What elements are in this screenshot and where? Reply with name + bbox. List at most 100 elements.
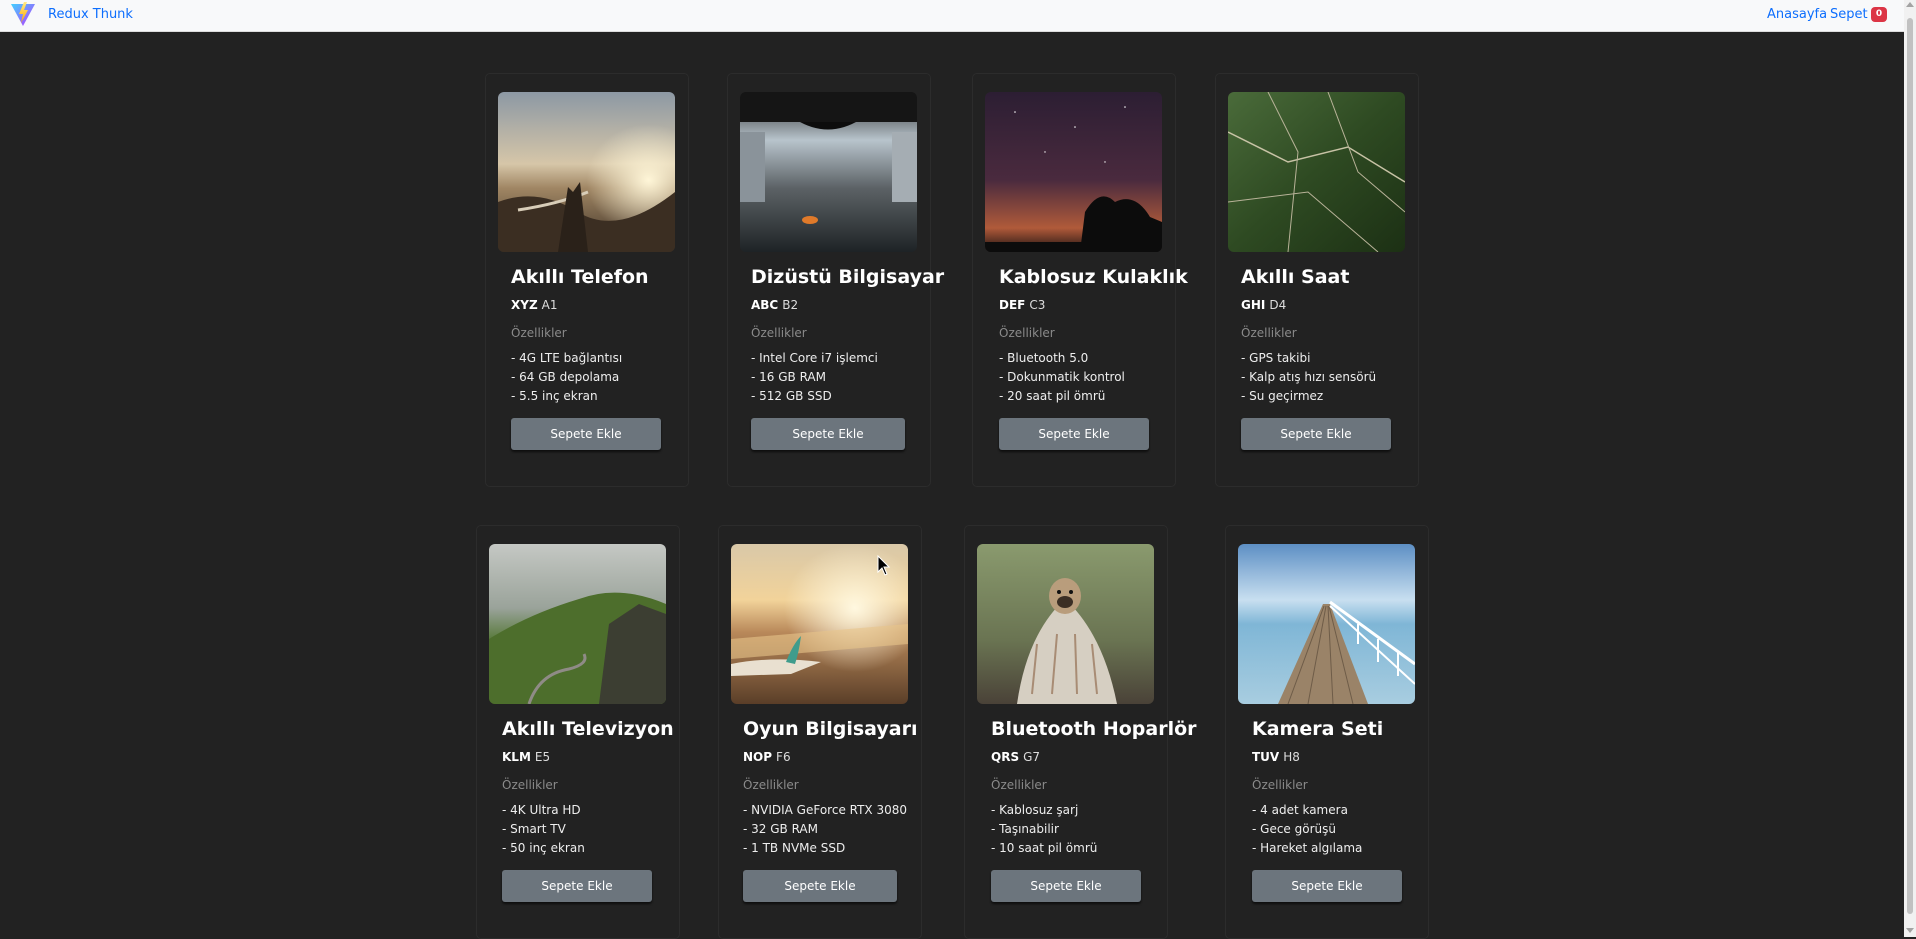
feature-item: - Intel Core i7 işlemci <box>751 351 878 365</box>
feature-item: - 32 GB RAM <box>743 822 818 836</box>
feature-item: - Gece görüşü <box>1252 822 1336 836</box>
product-image <box>1228 92 1405 252</box>
add-to-cart-button[interactable]: Sepete Ekle <box>502 870 652 902</box>
product-brand: QRS <box>991 750 1020 764</box>
features-heading: Özellikler <box>991 778 1047 792</box>
feature-item: - 4 adet kamera <box>1252 803 1348 817</box>
feature-item: - 5.5 inç ekran <box>511 389 598 403</box>
product-card: Oyun Bilgisayarı NOP F6 Özellikler - NVID… <box>718 525 922 939</box>
add-to-cart-button[interactable]: Sepete Ekle <box>751 418 905 450</box>
features-list: - Kablosuz şarj - Taşınabilir - 10 saat … <box>991 801 1097 858</box>
product-model: F6 <box>776 750 791 764</box>
product-code: XYZ A1 <box>511 298 558 312</box>
mouse-cursor-icon <box>877 555 891 576</box>
add-to-cart-button[interactable]: Sepete Ekle <box>511 418 661 450</box>
feature-item: - 10 saat pil ömrü <box>991 841 1098 855</box>
feature-item: - 50 inç ekran <box>502 841 585 855</box>
feature-item: - Taşınabilir <box>991 822 1059 836</box>
feature-item: - Su geçirmez <box>1241 389 1324 403</box>
product-card: Akıllı Saat GHI D4 Özellikler - GPS takib… <box>1215 73 1419 487</box>
product-brand: TUV <box>1252 750 1280 764</box>
feature-item: - 1 TB NVMe SSD <box>743 841 846 855</box>
product-brand: KLM <box>502 750 531 764</box>
product-card: Kamera Seti TUV H8 Özellikler - 4 adet ka… <box>1225 525 1429 939</box>
feature-item: - 64 GB depolama <box>511 370 620 384</box>
add-to-cart-button[interactable]: Sepete Ekle <box>1252 870 1402 902</box>
product-card: Bluetooth Hoparlör QRS G7 Özellikler - Ka… <box>964 525 1197 939</box>
product-title: Bluetooth Hoparlör <box>991 718 1197 740</box>
product-model: D4 <box>1269 298 1287 312</box>
product-model: H8 <box>1283 750 1300 764</box>
vite-logo-icon[interactable] <box>10 1 36 27</box>
product-image <box>498 92 675 252</box>
product-model: C3 <box>1029 298 1046 312</box>
product-brand: ABC <box>751 298 779 312</box>
product-code: DEF C3 <box>999 298 1045 312</box>
product-title: Kamera Seti <box>1252 718 1384 740</box>
feature-item: - Dokunmatik kontrol <box>999 370 1125 384</box>
product-card: Akıllı Televizyon KLM E5 Özellikler - 4K … <box>476 525 680 939</box>
cart-count-badge[interactable]: 0 <box>1871 7 1887 22</box>
product-card: Kablosuz Kulaklık DEF C3 Özellikler - Blu… <box>972 73 1188 487</box>
product-title: Dizüstü Bilgisayar <box>751 266 945 288</box>
product-code: ABC B2 <box>751 298 798 312</box>
scroll-down-arrow-icon[interactable] <box>1906 928 1914 933</box>
product-model: E5 <box>534 750 551 764</box>
features-heading: Özellikler <box>511 326 567 340</box>
product-card: Akıllı Telefon XYZ A1 Özellikler - 4G LTE… <box>485 73 689 487</box>
product-brand: DEF <box>999 298 1026 312</box>
product-image <box>740 92 917 252</box>
features-heading: Özellikler <box>502 778 558 792</box>
product-image <box>977 544 1154 704</box>
add-to-cart-button[interactable]: Sepete Ekle <box>743 870 897 902</box>
feature-item: - 4G LTE bağlantısı <box>511 351 623 365</box>
product-brand: NOP <box>743 750 773 764</box>
product-image <box>489 544 666 704</box>
feature-item: - Smart TV <box>502 822 566 836</box>
product-code: QRS G7 <box>991 750 1040 764</box>
product-title: Oyun Bilgisayarı <box>743 718 918 740</box>
feature-item: - Bluetooth 5.0 <box>999 351 1089 365</box>
add-to-cart-button[interactable]: Sepete Ekle <box>991 870 1141 902</box>
feature-item: - Hareket algılama <box>1252 841 1363 855</box>
product-title: Akıllı Telefon <box>511 266 649 288</box>
features-heading: Özellikler <box>1241 326 1297 340</box>
scroll-thumb[interactable] <box>1907 18 1913 914</box>
product-code: TUV H8 <box>1252 750 1300 764</box>
product-title: Akıllı Saat <box>1241 266 1350 288</box>
page-scrollbar[interactable] <box>1904 0 1916 937</box>
product-code: KLM E5 <box>502 750 550 764</box>
features-list: - Bluetooth 5.0 - Dokunmatik kontrol - 2… <box>999 349 1125 406</box>
scroll-up-arrow-icon[interactable] <box>1906 2 1914 7</box>
feature-item: - Kablosuz şarj <box>991 803 1079 817</box>
nav-cart-link[interactable]: Sepet <box>1830 7 1868 22</box>
feature-item: - 512 GB SSD <box>751 389 832 403</box>
feature-item: - Kalp atış hızı sensörü <box>1241 370 1377 384</box>
features-list: - 4K Ultra HD - Smart TV - 50 inç ekran <box>502 801 585 858</box>
product-model: B2 <box>782 298 799 312</box>
features-heading: Özellikler <box>1252 778 1308 792</box>
product-card: Dizüstü Bilgisayar ABC B2 Özellikler - In… <box>727 73 944 487</box>
brand-link[interactable]: Redux Thunk <box>48 7 133 22</box>
feature-item: - 16 GB RAM <box>751 370 826 384</box>
features-heading: Özellikler <box>999 326 1055 340</box>
product-code: GHI D4 <box>1241 298 1286 312</box>
features-list: - 4 adet kamera - Gece görüşü - Hareket … <box>1252 801 1362 858</box>
features-list: - 4G LTE bağlantısı - 64 GB depolama - 5… <box>511 349 622 406</box>
feature-item: - 20 saat pil ömrü <box>999 389 1106 403</box>
features-list: - Intel Core i7 işlemci - 16 GB RAM - 51… <box>751 349 878 406</box>
features-list: - GPS takibi - Kalp atış hızı sensörü - … <box>1241 349 1376 406</box>
add-to-cart-button[interactable]: Sepete Ekle <box>999 418 1149 450</box>
add-to-cart-button[interactable]: Sepete Ekle <box>1241 418 1391 450</box>
features-list: - NVIDIA GeForce RTX 3080 - 32 GB RAM - … <box>743 801 907 858</box>
product-image <box>1238 544 1415 704</box>
feature-item: - NVIDIA GeForce RTX 3080 <box>743 803 908 817</box>
product-title: Akıllı Televizyon <box>502 718 674 740</box>
product-code: NOP F6 <box>743 750 791 764</box>
product-image <box>985 92 1162 252</box>
nav-home-link[interactable]: Anasayfa <box>1767 7 1827 22</box>
product-model: A1 <box>541 298 558 312</box>
product-brand: XYZ <box>511 298 538 312</box>
feature-item: - GPS takibi <box>1241 351 1311 365</box>
feature-item: - 4K Ultra HD <box>502 803 581 817</box>
